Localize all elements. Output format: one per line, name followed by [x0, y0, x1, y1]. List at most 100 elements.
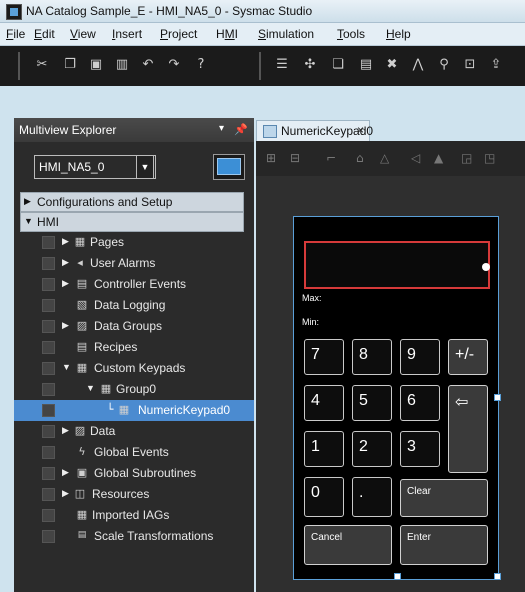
- expand-icon[interactable]: ▶: [62, 257, 69, 268]
- watch-icon[interactable]: ▤: [358, 57, 374, 73]
- distribute-v-icon[interactable]: ▲: [434, 151, 443, 165]
- distribute-h-icon[interactable]: ◁: [411, 151, 420, 165]
- keypad-display[interactable]: [304, 241, 490, 289]
- tree-item-group0[interactable]: ▼ ▦ Group0: [14, 379, 254, 400]
- send-back-icon[interactable]: ◳: [484, 151, 495, 165]
- checkbox[interactable]: [42, 257, 55, 270]
- cut-icon[interactable]: ✂: [34, 57, 50, 73]
- chevron-down-icon[interactable]: ▾: [219, 123, 224, 134]
- expand-icon[interactable]: ▶: [62, 488, 69, 499]
- checkbox[interactable]: [42, 446, 55, 459]
- tree-item-imported-iags[interactable]: ▦ Imported IAGs: [14, 505, 254, 526]
- checkbox[interactable]: [42, 299, 55, 312]
- cross-reference-icon[interactable]: ✣: [302, 57, 318, 73]
- checkbox[interactable]: [42, 488, 55, 501]
- checkbox[interactable]: [42, 320, 55, 333]
- checkbox[interactable]: [42, 425, 55, 438]
- align-top-icon[interactable]: ⌐: [326, 151, 336, 165]
- transfer-icon[interactable]: ⇪: [488, 57, 504, 73]
- tree-item-scale-transformations[interactable]: ▤ Scale Transformations: [14, 526, 254, 547]
- key-decimal[interactable]: .: [352, 477, 392, 517]
- key-3[interactable]: 3: [400, 431, 440, 467]
- key-clear[interactable]: Clear: [400, 479, 488, 517]
- key-5[interactable]: 5: [352, 385, 392, 421]
- key-9[interactable]: 9: [400, 339, 440, 375]
- collapse-icon[interactable]: ▼: [86, 383, 95, 393]
- build-icon[interactable]: ✖: [384, 57, 400, 73]
- io-map-icon[interactable]: ⊡: [462, 57, 478, 73]
- tree-item-recipes[interactable]: ▤ Recipes: [14, 337, 254, 358]
- expand-icon[interactable]: ▶: [62, 320, 69, 331]
- help-icon[interactable]: ?: [193, 57, 209, 73]
- tree-item-global-subroutines[interactable]: ▶ ▣ Global Subroutines: [14, 463, 254, 484]
- key-2[interactable]: 2: [352, 431, 392, 467]
- redo-icon[interactable]: ↷: [166, 57, 182, 73]
- checkbox[interactable]: [42, 383, 55, 396]
- resize-handle-bottom[interactable]: [394, 573, 401, 580]
- key-8[interactable]: 8: [352, 339, 392, 375]
- section-configurations[interactable]: ▶ Configurations and Setup: [20, 192, 244, 212]
- tree-item-resources[interactable]: ▶ ◫ Resources: [14, 484, 254, 505]
- resize-handle-bottom-right[interactable]: [494, 573, 501, 580]
- menu-edit[interactable]: Edit: [34, 27, 55, 41]
- expand-icon[interactable]: ▶: [62, 425, 69, 436]
- align-center-icon[interactable]: ⊟: [290, 151, 300, 165]
- tree-item-data-logging[interactable]: ▧ Data Logging: [14, 295, 254, 316]
- expand-icon[interactable]: ▶: [62, 278, 69, 289]
- tree-icon[interactable]: ☰: [274, 57, 290, 73]
- undo-icon[interactable]: ↶: [140, 57, 156, 73]
- key-enter[interactable]: Enter: [400, 525, 488, 565]
- menu-view[interactable]: View: [70, 27, 96, 41]
- tab-numerickeypad0[interactable]: NumericKeypad0 ×: [256, 120, 373, 141]
- tree-item-global-events[interactable]: ϟ Global Events: [14, 442, 254, 463]
- tree-item-user-alarms[interactable]: ▶ ◂ User Alarms: [14, 253, 254, 274]
- tree-item-pages[interactable]: ▶ ▦ Pages: [14, 232, 254, 253]
- key-cancel[interactable]: Cancel: [304, 525, 392, 565]
- expand-icon[interactable]: ▶: [24, 196, 31, 207]
- section-hmi[interactable]: ▼ HMI: [20, 212, 244, 232]
- menu-insert[interactable]: Insert: [112, 27, 142, 41]
- tree-item-custom-keypads[interactable]: ▼ ▦ Custom Keypads: [14, 358, 254, 379]
- hmi-device-icon[interactable]: [213, 154, 245, 180]
- key-backspace[interactable]: ⇦: [448, 385, 488, 473]
- expand-icon[interactable]: ▶: [62, 467, 69, 478]
- checkbox[interactable]: [42, 509, 55, 522]
- window-icon[interactable]: ❏: [330, 57, 346, 73]
- checkbox[interactable]: [42, 404, 55, 417]
- menu-tools[interactable]: Tools: [337, 27, 365, 41]
- checkbox[interactable]: [42, 341, 55, 354]
- align-bottom-icon[interactable]: △: [380, 151, 389, 165]
- menu-project[interactable]: Project: [160, 27, 197, 41]
- dropdown-arrow-icon[interactable]: ▼: [136, 155, 154, 179]
- collapse-icon[interactable]: ▼: [24, 216, 33, 226]
- menu-help[interactable]: Help: [386, 27, 411, 41]
- bring-front-icon[interactable]: ◲: [461, 151, 472, 165]
- search-icon[interactable]: ⚲: [436, 57, 452, 73]
- checkbox[interactable]: [42, 530, 55, 543]
- paste-icon[interactable]: ▣: [88, 57, 104, 73]
- collapse-icon[interactable]: ▼: [62, 362, 71, 372]
- menu-simulation[interactable]: Simulation: [258, 27, 314, 41]
- menu-file[interactable]: File: [6, 27, 25, 41]
- key-0[interactable]: 0: [304, 477, 344, 517]
- expand-icon[interactable]: ▶: [62, 236, 69, 247]
- tree-item-controller-events[interactable]: ▶ ▤ Controller Events: [14, 274, 254, 295]
- numeric-keypad[interactable]: Max: Min: 7 8 9 +/- 4 5 6 ⇦ 1 2 3 0 . Cl…: [293, 216, 499, 580]
- menu-hmi[interactable]: HMI: [216, 27, 238, 41]
- delete-icon[interactable]: ▥: [114, 57, 130, 73]
- tree-item-data-groups[interactable]: ▶ ▨ Data Groups: [14, 316, 254, 337]
- resize-handle-right[interactable]: [494, 394, 501, 401]
- checkbox[interactable]: [42, 467, 55, 480]
- tree-item-numerickeypad0[interactable]: └ ▦ NumericKeypad0: [14, 400, 254, 421]
- key-1[interactable]: 1: [304, 431, 344, 467]
- key-7[interactable]: 7: [304, 339, 344, 375]
- align-middle-icon[interactable]: ⌂: [356, 151, 364, 165]
- key-sign[interactable]: +/-: [448, 339, 488, 375]
- key-4[interactable]: 4: [304, 385, 344, 421]
- checkbox[interactable]: [42, 362, 55, 375]
- tree-item-data[interactable]: ▶ ▨ Data: [14, 421, 254, 442]
- pin-icon[interactable]: 📌: [234, 123, 248, 136]
- checkbox[interactable]: [42, 236, 55, 249]
- close-icon[interactable]: ×: [357, 123, 364, 137]
- key-6[interactable]: 6: [400, 385, 440, 421]
